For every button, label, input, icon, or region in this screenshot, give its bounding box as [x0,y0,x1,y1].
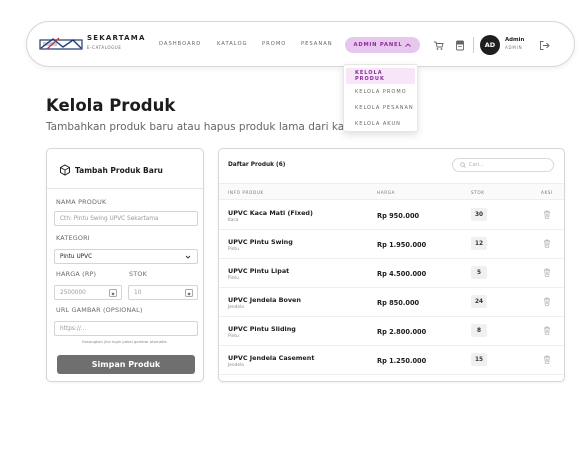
category-value: Pintu UPVC [60,253,93,260]
product-stock-badge: 15 [471,353,487,366]
brand-logo-icon[interactable] [39,36,83,53]
user-name: Admin [505,37,525,43]
form-title: Tambah Produk Baru [75,166,163,175]
product-category: Pintu [228,247,239,252]
cart-icon [433,41,444,50]
th-info: INFO PRODUK [228,190,264,195]
logout-icon [539,40,550,50]
table-row: UPVC Pintu Lipat Pintu Rp 4.500.000 5 [219,259,564,288]
product-price: Rp 950.000 [377,212,420,220]
product-price: Rp 2.800.000 [377,328,427,336]
product-name: UPVC Pintu Swing [228,238,293,246]
nav-pesanan[interactable]: PESANAN [301,41,333,47]
stock-label: STOK [129,270,147,278]
price-placeholder: 2500000 [60,289,86,296]
product-category: Jendela [228,305,244,310]
product-price: Rp 4.500.000 [377,270,427,278]
navbar-divider [473,37,474,53]
top-navbar: SEKARTAMA E-CATALOGUE DASHBOARD KATALOG … [26,21,575,67]
product-category: Pintu [228,334,239,339]
page-subtitle: Tambahkan produk baru atau hapus produk … [46,121,344,133]
product-stock-badge: 30 [471,208,487,221]
stock-placeholder: 10 [134,289,142,296]
nav-katalog[interactable]: KATALOG [217,41,248,47]
trash-icon[interactable] [543,326,551,335]
logout-button[interactable] [538,39,550,51]
brand-name: SEKARTAMA [87,34,146,42]
menu-item-kelola-promo[interactable]: KELOLA PROMO [344,84,417,100]
trash-icon[interactable] [543,239,551,248]
form-header: Tambah Produk Baru [47,149,203,189]
category-label: KATEGORI [56,234,90,242]
search-placeholder: Cari... [469,162,484,168]
image-url-label: URL GAMBAR (OPSIONAL) [56,306,143,314]
product-category: Kaca [228,218,239,223]
product-name-input[interactable]: Cth: Pintu Swing UPVC Sekartama [54,211,198,226]
nav-dashboard[interactable]: DASHBOARD [159,41,201,47]
trash-icon[interactable] [543,355,551,364]
product-category: Jendela [228,363,244,368]
nav-promo[interactable]: PROMO [262,41,286,47]
product-list-title: Daftar Produk (6) [228,162,286,168]
brand-tagline: E-CATALOGUE [87,45,122,50]
price-stepper[interactable]: ◆ [109,289,117,297]
product-name: UPVC Jendela Boven [228,296,301,304]
stock-input[interactable]: 10 ◆ [128,285,198,300]
product-stock-badge: 24 [471,295,487,308]
product-category: Pintu [228,276,239,281]
chevron-up-icon [405,43,412,47]
trash-icon[interactable] [543,297,551,306]
product-price: Rp 850.000 [377,299,420,307]
product-name: UPVC Pintu Sliding [228,325,296,333]
user-role: ADMIN [505,45,523,50]
product-name: UPVC Kaca Mati (Fixed) [228,209,313,217]
product-price: Rp 1.950.000 [377,241,427,249]
admin-panel-label: ADMIN PANEL [353,42,403,48]
table-row: UPVC Kaca Mati (Fixed) Kaca Rp 950.000 30 [219,201,564,230]
cart-button[interactable] [432,39,444,51]
box-plus-icon [60,164,70,176]
receipt-icon [456,40,464,50]
product-stock-badge: 8 [471,324,487,337]
table-header: INFO PRODUK HARGA STOK AKSI [219,183,564,200]
product-stock-badge: 5 [471,266,487,279]
trash-icon[interactable] [543,268,551,277]
add-product-form: Tambah Produk Baru NAMA PRODUK Cth: Pint… [46,148,204,382]
avatar[interactable]: AD [480,35,500,55]
search-icon [460,162,466,168]
page-title: Kelola Produk [46,96,176,115]
menu-item-kelola-akun[interactable]: KELOLA AKUN [344,116,417,132]
table-row: UPVC Pintu Swing Pintu Rp 1.950.000 12 [219,230,564,259]
admin-panel-button[interactable]: ADMIN PANEL [345,37,420,53]
product-stock-badge: 12 [471,237,487,250]
product-table-card: Daftar Produk (6) Cari... INFO PRODUK HA… [218,148,565,382]
price-label: HARGA (RP) [56,270,97,278]
menu-item-kelola-produk[interactable]: KELOLA PRODUK [346,68,415,84]
product-name: UPVC Jendela Casement [228,354,315,362]
trash-icon[interactable] [543,210,551,219]
product-price: Rp 1.250.000 [377,357,427,365]
price-input[interactable]: 2500000 ◆ [54,285,122,300]
th-price: HARGA [377,190,396,195]
table-row: UPVC Pintu Sliding Pintu Rp 2.800.000 8 [219,317,564,346]
admin-panel-dropdown: KELOLA PRODUK KELOLA PROMO KELOLA PESANA… [343,64,418,132]
menu-item-kelola-pesanan[interactable]: KELOLA PESANAN [344,100,417,116]
table-row: UPVC Jendela Casement Jendela Rp 1.250.000… [219,346,564,375]
image-url-input[interactable]: https://... [54,321,198,336]
table-row: UPVC Jendela Boven Jendela Rp 850.000 24 [219,288,564,317]
product-search-input[interactable]: Cari... [452,158,554,172]
chevron-down-icon [185,255,191,259]
save-product-button[interactable]: Simpan Produk [57,355,195,374]
orders-button[interactable] [454,39,466,51]
th-stock: STOK [471,190,485,195]
product-name: UPVC Pintu Lipat [228,267,290,275]
product-name-label: NAMA PRODUK [56,198,107,206]
category-select[interactable]: Pintu UPVC [54,249,198,264]
stock-stepper[interactable]: ◆ [185,289,193,297]
th-action: AKSI [541,190,553,195]
image-url-hint: Kosongkan jika ingin pakai gambar otomat… [82,339,168,344]
